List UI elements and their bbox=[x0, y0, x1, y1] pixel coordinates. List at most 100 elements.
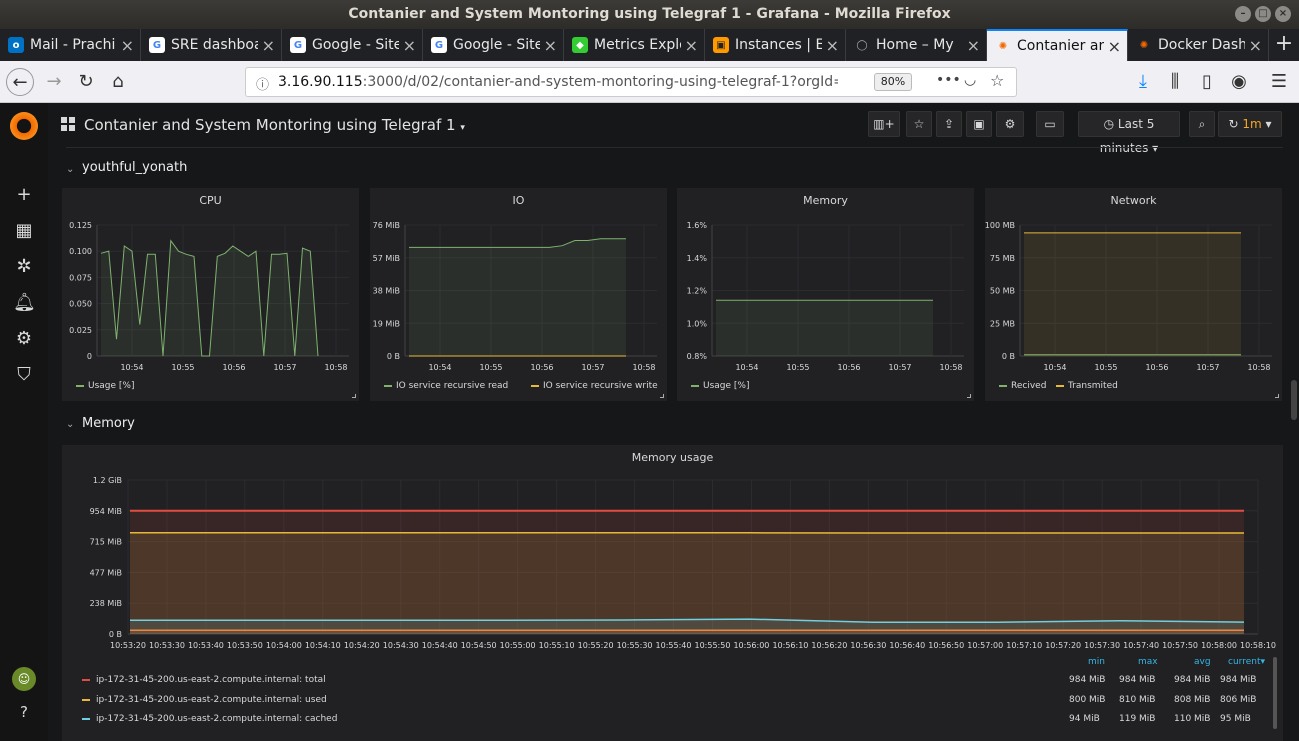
legend-item[interactable]: Usage [%] bbox=[76, 381, 134, 391]
memory-usage-panel[interactable]: Memory usage 1.2 GiB 954 MiB 715 MiB 477 Mi… bbox=[62, 445, 1283, 741]
tv-mode-icon[interactable]: ▭ bbox=[1036, 111, 1064, 137]
close-tab-icon[interactable]: × bbox=[1108, 37, 1121, 56]
pocket-icon[interactable]: ◡ bbox=[964, 72, 976, 88]
legend-header-avg[interactable]: avg bbox=[1194, 657, 1211, 667]
row-collapse-chevron-icon[interactable]: ⌄ bbox=[66, 419, 74, 430]
browser-tab[interactable]: G SRE dashboard× bbox=[141, 29, 282, 61]
x-tick-label: 10:55:10 bbox=[539, 641, 575, 650]
dashboard-title-link[interactable]: Contanier and System Montoring using Tel… bbox=[84, 116, 465, 134]
refresh-button[interactable]: ↻ 1m ▾ bbox=[1218, 111, 1282, 137]
panel-resize-handle[interactable] bbox=[1275, 394, 1279, 398]
panel-title[interactable]: IO bbox=[370, 194, 667, 207]
legend-table-row[interactable]: ip-172-31-45-200.us-east-2.compute.inter… bbox=[62, 711, 1282, 730]
page-scrollbar[interactable] bbox=[1291, 380, 1297, 420]
star-dashboard-icon[interactable]: ☆ bbox=[906, 111, 932, 137]
add-panel-icon[interactable]: ▥+ bbox=[868, 111, 900, 137]
create-plus-icon[interactable]: + bbox=[13, 184, 35, 206]
row-title[interactable]: Memory bbox=[82, 416, 135, 431]
downloads-icon[interactable]: ⤓ bbox=[1129, 68, 1157, 96]
page-actions-icon[interactable]: ••• bbox=[936, 72, 961, 88]
url-bar[interactable]: ⓘ 3.16.90.115:3000/d/02/contanier-and-sy… bbox=[245, 67, 1017, 97]
panel-title[interactable]: CPU bbox=[62, 194, 359, 207]
legend-item[interactable]: IO service recursive read bbox=[384, 381, 508, 391]
legend-item[interactable]: IO service recursive write bbox=[531, 381, 658, 391]
close-tab-icon[interactable]: × bbox=[826, 36, 839, 55]
legend-table-row[interactable]: ip-172-31-45-200.us-east-2.compute.inter… bbox=[62, 692, 1282, 711]
row-title[interactable]: youthful_yonath bbox=[82, 160, 187, 175]
new-tab-button[interactable]: + bbox=[1269, 29, 1299, 61]
x-tick-label: 10:54:20 bbox=[344, 641, 380, 650]
alerting-bell-icon[interactable]: 🔔︎ bbox=[13, 292, 36, 314]
row-collapse-chevron-icon[interactable]: ⌄ bbox=[66, 164, 74, 175]
browser-tab[interactable]: G Google - Site × bbox=[423, 29, 564, 61]
sidebar-toggle-icon[interactable]: ▯ bbox=[1193, 68, 1221, 96]
close-tab-icon[interactable]: × bbox=[403, 36, 416, 55]
memory-usage-graph[interactable]: 1.2 GiB 954 MiB 715 MiB 477 MiB 238 MiB 0 B 10… bbox=[62, 470, 1283, 680]
legend-item[interactable]: Transmited bbox=[1056, 381, 1118, 391]
account-icon[interactable]: ◉ bbox=[1225, 68, 1253, 96]
forward-icon[interactable]: → bbox=[40, 68, 68, 96]
minimize-button[interactable]: – bbox=[1235, 6, 1251, 22]
close-tab-icon[interactable]: × bbox=[262, 36, 275, 55]
grafana-logo-icon[interactable] bbox=[10, 112, 38, 140]
browser-tab[interactable]: ✺ Docker Dash × bbox=[1128, 29, 1269, 61]
browser-tab[interactable]: ▣ Instances | E × bbox=[705, 29, 846, 61]
configuration-gear-icon[interactable]: ⚙ bbox=[13, 328, 35, 350]
browser-tab[interactable]: ◯ Home – My × bbox=[846, 29, 987, 61]
panel-title[interactable]: Memory usage bbox=[62, 451, 1283, 464]
legend-table-row[interactable]: ip-172-31-45-200.us-east-2.compute.inter… bbox=[62, 672, 1282, 691]
panel-cpu[interactable]: CPU 0.125 0.100 0.075 0.050 0.025 0 10:54 10:55 1… bbox=[62, 188, 359, 401]
settings-gear-icon[interactable]: ⚙ bbox=[996, 111, 1024, 137]
legend-item[interactable]: Usage [%] bbox=[691, 381, 749, 391]
zoom-indicator[interactable]: 80% bbox=[874, 73, 912, 91]
maximize-button[interactable]: □ bbox=[1255, 6, 1271, 22]
menu-icon[interactable]: ☰ bbox=[1265, 68, 1293, 96]
close-tab-icon[interactable]: × bbox=[1249, 36, 1262, 55]
legend-header-current[interactable]: current▾ bbox=[1228, 657, 1265, 667]
close-tab-icon[interactable]: × bbox=[967, 36, 980, 55]
explore-compass-icon[interactable]: ✲ bbox=[13, 256, 35, 278]
library-icon[interactable]: ⫼ bbox=[1161, 68, 1189, 96]
panel-resize-handle[interactable] bbox=[352, 394, 356, 398]
bookmark-star-icon[interactable]: ☆ bbox=[990, 71, 1004, 90]
window-title: Contanier and System Montoring using Tel… bbox=[348, 6, 951, 22]
dashboards-icon[interactable]: ▦ bbox=[13, 220, 35, 242]
browser-tab[interactable]: o Mail - Prachi × bbox=[0, 29, 141, 61]
server-admin-shield-icon[interactable]: ⛉ bbox=[13, 364, 35, 386]
close-tab-icon[interactable]: × bbox=[544, 36, 557, 55]
save-dashboard-icon[interactable]: ▣ bbox=[966, 111, 992, 137]
zoom-out-icon[interactable]: ⌕ bbox=[1189, 111, 1215, 137]
close-window-button[interactable]: × bbox=[1275, 6, 1291, 22]
panel-graph[interactable]: 76 MiB 57 MiB 38 MiB 19 MiB 0 B 10:54 10:55 10:… bbox=[370, 212, 667, 377]
help-icon[interactable]: ? bbox=[13, 701, 35, 723]
browser-tab[interactable]: ✺ Contanier an × bbox=[987, 29, 1128, 61]
panel-title[interactable]: Network bbox=[985, 194, 1282, 207]
tab-label: Contanier an bbox=[1017, 38, 1104, 54]
panel-network[interactable]: Network 100 MB 75 MB 50 MB 25 MB 0 B 10:54 10:5… bbox=[985, 188, 1282, 401]
legend-item[interactable]: Recived bbox=[999, 381, 1046, 391]
panel-title[interactable]: Memory bbox=[677, 194, 974, 207]
close-tab-icon[interactable]: × bbox=[121, 36, 134, 55]
info-icon[interactable]: ⓘ bbox=[256, 74, 269, 93]
legend-header-max[interactable]: max bbox=[1138, 657, 1158, 667]
x-tick-label: 10:55:50 bbox=[695, 641, 731, 650]
panel-graph[interactable]: 1.6% 1.4% 1.2% 1.0% 0.8% 10:54 10:55 10:56 10:57… bbox=[677, 212, 974, 377]
browser-tab[interactable]: ◆ Metrics Explorer× bbox=[564, 29, 705, 61]
legend-header-min[interactable]: min bbox=[1088, 657, 1105, 667]
close-tab-icon[interactable]: × bbox=[685, 36, 698, 55]
panel-graph[interactable]: 0.125 0.100 0.075 0.050 0.025 0 10:54 10:55 10:5… bbox=[62, 212, 359, 377]
panel-graph[interactable]: 100 MB 75 MB 50 MB 25 MB 0 B 10:54 10:55 10:56 1… bbox=[985, 212, 1282, 377]
panel-resize-handle[interactable] bbox=[660, 394, 664, 398]
browser-tab[interactable]: G Google - Site × bbox=[282, 29, 423, 61]
x-tick-label: 10:57:10 bbox=[1006, 641, 1042, 650]
time-picker-button[interactable]: ◷ Last 5 minutes ▾ bbox=[1078, 111, 1180, 155]
back-icon[interactable]: ← bbox=[6, 68, 34, 96]
reload-icon[interactable]: ↻ bbox=[72, 68, 100, 96]
panel-resize-handle[interactable] bbox=[967, 394, 971, 398]
share-dashboard-icon[interactable]: ⇪ bbox=[936, 111, 962, 137]
panel-io[interactable]: IO 76 MiB 57 MiB 38 MiB 19 MiB 0 B 10:54 10:55 1… bbox=[370, 188, 667, 401]
legend-scrollbar[interactable] bbox=[1273, 657, 1277, 729]
panel-memory[interactable]: Memory 1.6% 1.4% 1.2% 1.0% 0.8% 10:54 10:55 10:5… bbox=[677, 188, 974, 401]
avatar[interactable]: ☺ bbox=[12, 667, 36, 691]
home-icon[interactable]: ⌂ bbox=[104, 68, 132, 96]
